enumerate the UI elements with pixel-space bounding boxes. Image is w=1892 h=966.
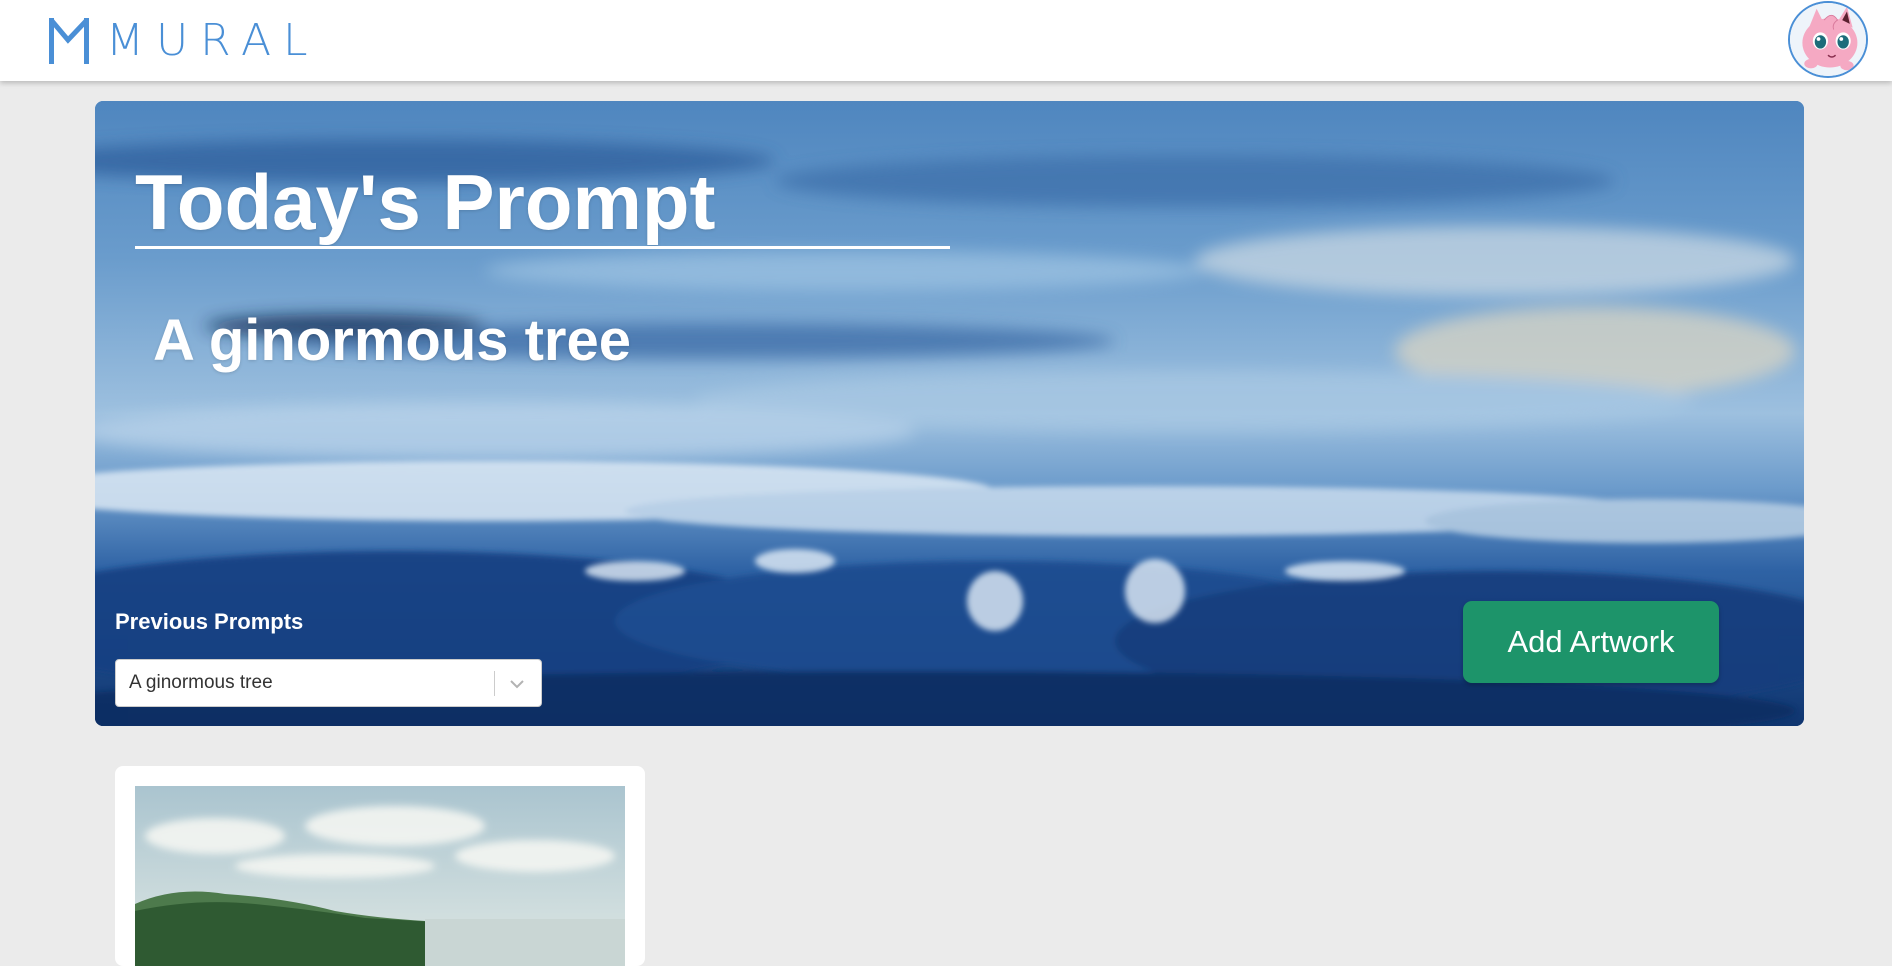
artwork-card[interactable]	[115, 766, 645, 966]
prompt-hero-banner: Today's Prompt A ginormous tree Previous…	[95, 101, 1804, 726]
previous-prompts-select[interactable]: A ginormous tree	[115, 659, 542, 707]
logo-text: MURAL	[106, 15, 320, 66]
landscape-artwork-image	[135, 786, 625, 966]
mural-logo[interactable]: MURAL	[48, 18, 320, 64]
todays-prompt-heading: Today's Prompt	[135, 158, 716, 246]
current-prompt-text: A ginormous tree	[153, 308, 632, 373]
previous-prompts-label: Previous Prompts	[115, 609, 304, 634]
add-artwork-button[interactable]: Add Artwork	[1463, 601, 1719, 683]
heading-underline-divider	[135, 246, 950, 249]
mural-logo-icon	[49, 18, 89, 64]
user-avatar[interactable]	[1788, 1, 1868, 78]
chevron-down-icon[interactable]	[506, 673, 528, 695]
artwork-image[interactable]	[135, 786, 625, 966]
select-separator	[494, 671, 495, 696]
top-navbar: MURAL	[0, 0, 1892, 81]
previous-prompts-selected-value: A ginormous tree	[129, 672, 273, 693]
user-avatar-icon	[1790, 3, 1866, 76]
